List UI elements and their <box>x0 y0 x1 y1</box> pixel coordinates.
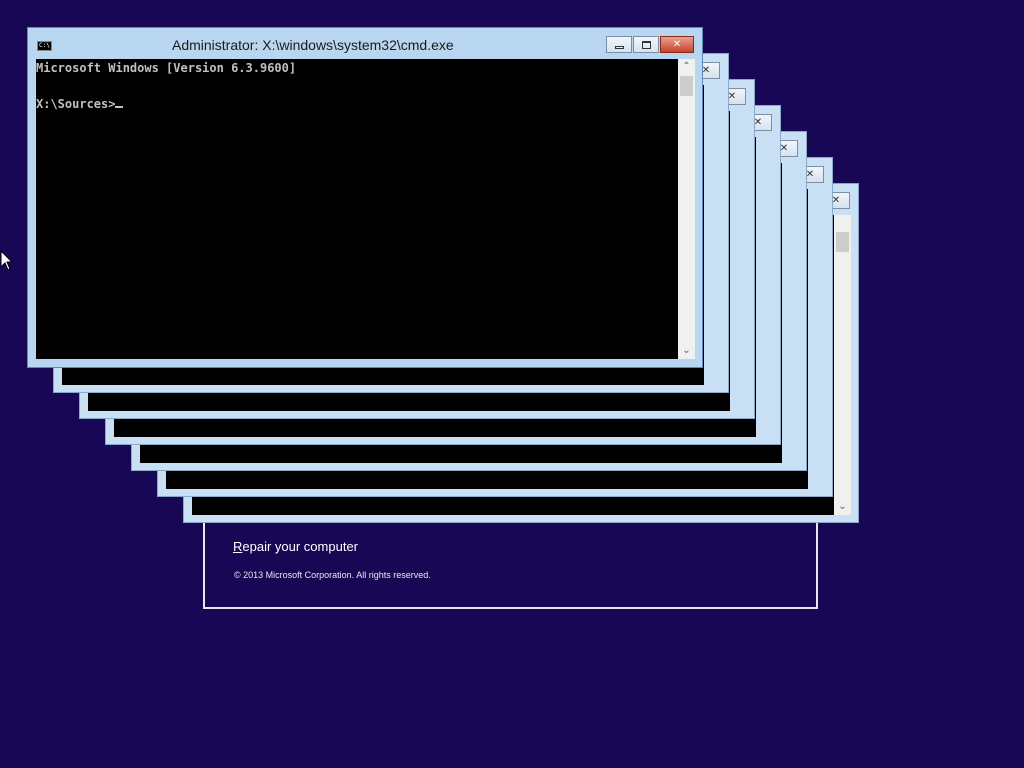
scroll-thumb[interactable] <box>836 232 849 252</box>
scroll-thumb[interactable] <box>680 76 693 96</box>
cmd-icon-label: C:\ <box>39 42 50 49</box>
minimize-icon <box>614 45 624 49</box>
close-icon: ✕ <box>805 169 815 180</box>
version-line: Microsoft Windows [Version 6.3.9600] <box>36 61 297 75</box>
close-icon: ✕ <box>701 65 711 76</box>
close-icon: ✕ <box>727 91 737 102</box>
vertical-scrollbar[interactable]: ⌄ <box>834 215 851 515</box>
setup-dialog: Repair your computer © 2013 Microsoft Co… <box>203 517 818 609</box>
mouse-pointer-icon <box>0 250 14 271</box>
console-area[interactable]: Microsoft Windows [Version 6.3.9600] X:\… <box>36 59 678 359</box>
text-cursor <box>115 106 124 108</box>
chevron-down-icon[interactable]: ⌄ <box>678 343 695 359</box>
repair-label: epair your computer <box>242 539 359 554</box>
console-output: Microsoft Windows [Version 6.3.9600] X:\… <box>36 59 296 113</box>
caption-buttons: ✕ <box>605 36 694 53</box>
repair-your-computer-link[interactable]: Repair your computer <box>233 539 358 554</box>
close-button[interactable]: ✕ <box>660 36 694 53</box>
vertical-scrollbar[interactable]: ⌃ ⌄ <box>678 59 695 359</box>
close-icon: ✕ <box>831 195 841 206</box>
cmd-app-icon[interactable]: C:\ <box>37 41 52 51</box>
close-icon: ✕ <box>779 143 789 154</box>
command-prompt: X:\Sources> <box>36 97 116 111</box>
close-icon: ✕ <box>672 39 682 50</box>
maximize-icon <box>641 40 651 49</box>
copyright-text: © 2013 Microsoft Corporation. All rights… <box>234 570 431 580</box>
chevron-up-icon[interactable]: ⌃ <box>678 59 695 75</box>
cmd-window-active[interactable]: C:\ Administrator: X:\windows\system32\c… <box>27 27 703 368</box>
window-title: Administrator: X:\windows\system32\cmd.e… <box>172 37 454 53</box>
chevron-down-icon[interactable]: ⌄ <box>834 499 851 515</box>
minimize-button[interactable] <box>606 36 632 53</box>
repair-accelerator: R <box>233 539 243 554</box>
maximize-button[interactable] <box>633 36 659 53</box>
chevron-up-icon[interactable] <box>834 215 851 231</box>
close-icon: ✕ <box>753 117 763 128</box>
